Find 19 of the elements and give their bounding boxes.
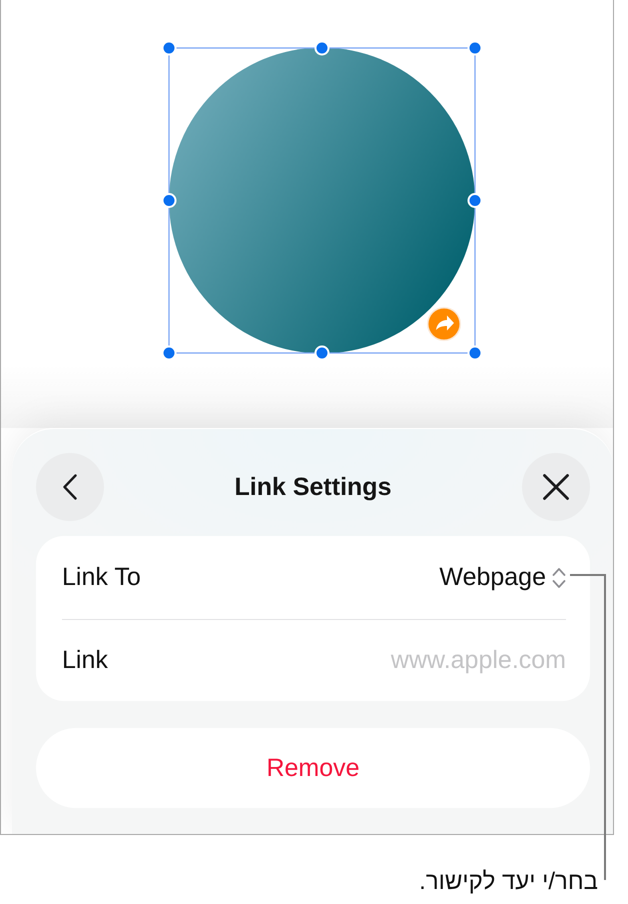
chevron-up-down-icon <box>552 566 566 588</box>
row-label: Link To <box>62 563 141 592</box>
row-label: Link <box>62 646 108 675</box>
resize-handle[interactable] <box>162 40 176 56</box>
chevron-left-icon <box>63 474 77 500</box>
resize-handle[interactable] <box>162 193 176 208</box>
remove-button[interactable]: Remove <box>36 728 590 808</box>
close-icon <box>543 474 569 500</box>
resize-handle[interactable] <box>314 40 330 56</box>
resize-handle[interactable] <box>468 193 482 208</box>
curved-arrow-icon[interactable] <box>427 307 461 341</box>
link-field[interactable]: www.apple.com <box>306 646 566 675</box>
resize-handle[interactable] <box>314 346 330 360</box>
resize-handle[interactable] <box>468 346 482 360</box>
link-type-picker[interactable]: Webpage <box>439 563 566 592</box>
sheet-title: Link Settings <box>234 472 392 502</box>
resize-handle[interactable] <box>162 346 176 360</box>
resize-handle[interactable] <box>468 40 482 56</box>
callout-text: בחר/י יעד לקישור. <box>419 867 598 897</box>
